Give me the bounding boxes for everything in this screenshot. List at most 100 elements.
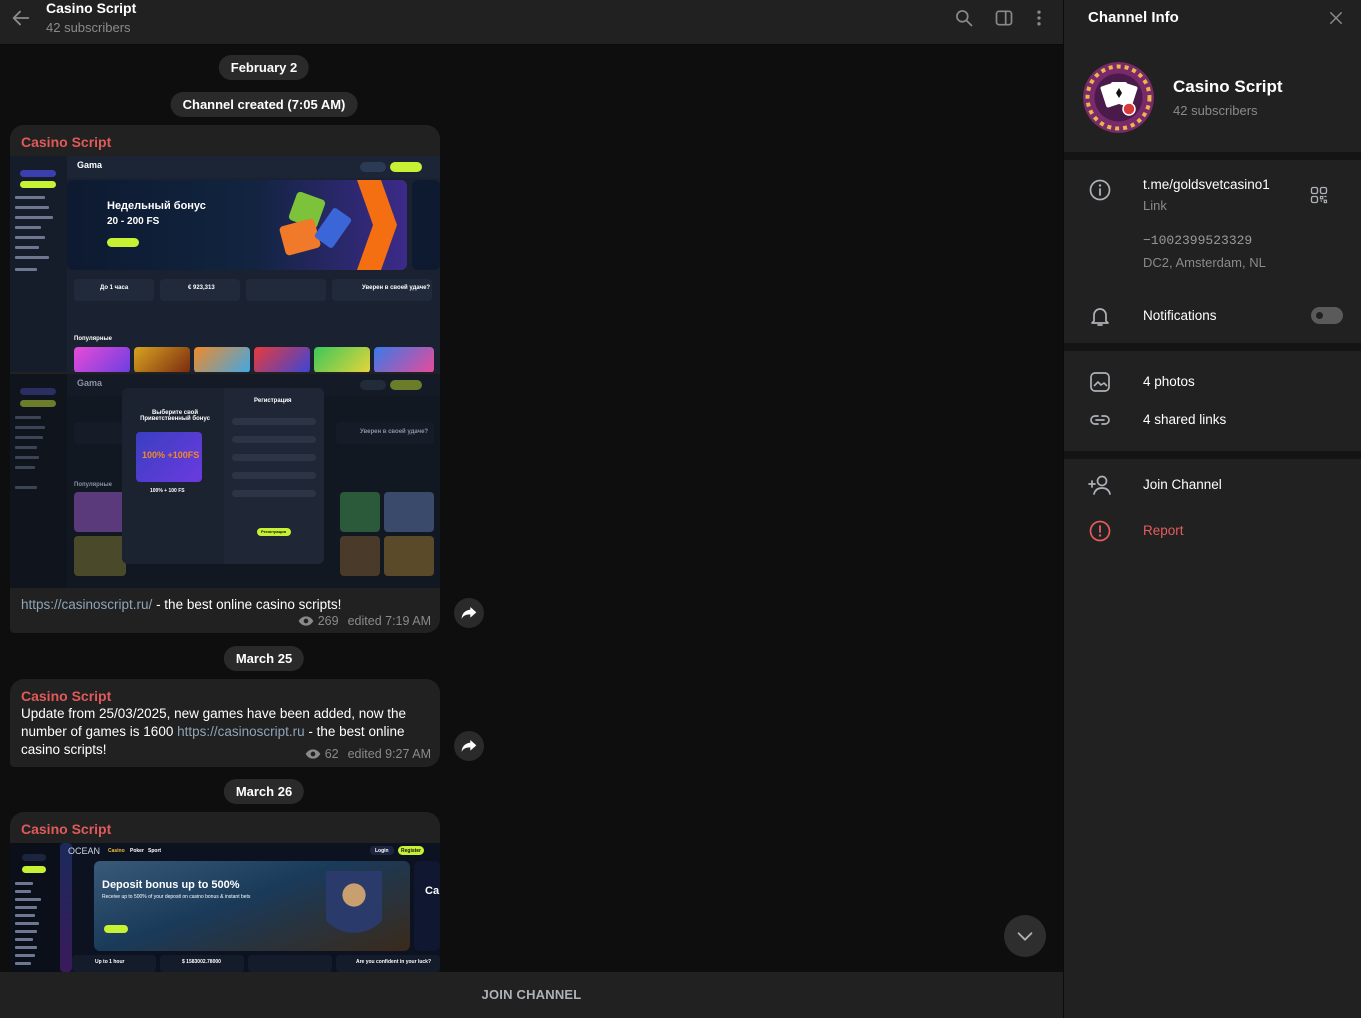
date-separator: March 25 — [223, 646, 305, 671]
chat-header: Casino Script 42 subscribers — [0, 0, 1063, 45]
channel-info-panel: Channel Info Casino Script 42 subscriber… — [1063, 0, 1361, 1018]
bell-icon — [1091, 308, 1109, 326]
info-title: Channel Info — [1088, 9, 1179, 26]
sidebar-toggle-icon[interactable] — [994, 8, 1014, 28]
message-bubble[interactable]: Casino Script Update from 25/03/2025, ne… — [10, 679, 440, 767]
photo-sidebar — [10, 843, 60, 972]
chat-subscribers: 42 subscribers — [46, 20, 131, 35]
modal-button: Регистрация — [261, 529, 287, 534]
message-link[interactable]: https://casinoscript.ru — [177, 724, 305, 739]
link-icon — [1090, 415, 1110, 425]
stat-text: Уверен в своей удаче? — [362, 285, 431, 291]
chat-pane: Casino Script 42 subscribers February 2 … — [0, 0, 1063, 1018]
photo-topnav: Gama — [67, 156, 440, 178]
notifications-toggle[interactable] — [1311, 307, 1343, 324]
add-user-icon — [1088, 475, 1111, 495]
photo-nav: Poker — [130, 848, 144, 854]
share-button[interactable] — [454, 731, 484, 761]
message-sender[interactable]: Casino Script — [21, 821, 111, 837]
share-button[interactable] — [454, 598, 484, 628]
photo-nav: Sport — [148, 848, 162, 854]
photo-banner: Deposit bonus up to 500% Receive up to 5… — [94, 861, 410, 951]
channel-link[interactable]: t.me/goldsvetcasino1 — [1143, 177, 1270, 192]
close-icon[interactable] — [1327, 9, 1345, 27]
join-channel-item[interactable]: Join Channel — [1143, 477, 1222, 492]
join-channel-button[interactable]: JOIN CHANNEL — [0, 972, 1063, 1018]
share-icon — [461, 607, 477, 619]
search-icon[interactable] — [954, 8, 974, 28]
service-message: Channel created (7:05 AM) — [170, 92, 358, 117]
message-photo[interactable]: OCEAN Casino Poker Sport Login Register … — [10, 843, 440, 972]
message-link[interactable]: https://casinoscript.ru/ — [21, 597, 152, 612]
modal-promo-sub: 100% + 100 FS — [150, 488, 185, 494]
more-vertical-icon[interactable] — [1029, 8, 1049, 28]
banner-title: Deposit bonus up to 500% — [102, 879, 240, 891]
channel-avatar[interactable] — [1083, 62, 1154, 133]
divider — [1064, 152, 1361, 160]
back-arrow-icon[interactable] — [10, 7, 32, 29]
report-item[interactable]: Report — [1143, 523, 1184, 538]
photos-count[interactable]: 4 photos — [1143, 374, 1195, 389]
message-photo[interactable]: Gama Уверен в своей удаче? Популярные Вы… — [10, 374, 440, 588]
channel-name: Casino Script — [1173, 77, 1283, 96]
channel-link-label: Link — [1143, 198, 1167, 213]
message-sender[interactable]: Casino Script — [21, 134, 111, 150]
stat-text: $ 1583002.78000 — [182, 959, 221, 965]
channel-id[interactable]: −1002399523329 — [1143, 233, 1252, 248]
stat-text: До 1 часа — [100, 285, 129, 291]
photo-nav: Casino — [108, 848, 125, 854]
views-count: 62 — [324, 747, 339, 761]
date-separator: February 2 — [218, 55, 310, 80]
photo-sidebar — [10, 156, 67, 372]
scroll-down-button[interactable] — [1004, 915, 1046, 957]
message-sender[interactable]: Casino Script — [21, 688, 111, 704]
channel-datacenter: DC2, Amsterdam, NL — [1143, 255, 1266, 270]
date-separator: March 26 — [223, 779, 305, 804]
qr-code-icon[interactable] — [1310, 186, 1328, 204]
share-icon — [461, 740, 477, 752]
photo-icon — [1090, 372, 1110, 392]
stat-text: Уверен в своей удаче? — [360, 429, 429, 435]
message-bubble[interactable]: Casino Script OCEAN Casino Poker Sport L… — [10, 812, 440, 972]
photo-register: Register — [401, 848, 422, 854]
registration-modal: Выберите свой Приветственный бонус 100% … — [122, 388, 324, 564]
chat-title[interactable]: Casino Script — [46, 0, 136, 16]
info-icon — [1089, 179, 1111, 201]
section-title: Популярные — [74, 482, 112, 488]
photo-login: Login — [375, 848, 389, 854]
channel-subscribers: 42 subscribers — [1173, 103, 1258, 118]
section-title: Популярные — [74, 336, 112, 342]
views-count: 269 — [317, 614, 339, 628]
stat-text: Are you confident in your luck? — [356, 959, 432, 965]
message-time: edited 9:27 AM — [347, 747, 431, 761]
stat-text: Up to 1 hour — [95, 959, 125, 965]
message-bubble[interactable]: Casino Script Gama Недельный бонус 20 - … — [10, 125, 440, 633]
notifications-label: Notifications — [1143, 308, 1217, 323]
photo-sidebar — [10, 374, 67, 588]
eye-icon — [305, 749, 321, 759]
eye-icon — [298, 616, 314, 626]
banner-title: Недельный бонус — [107, 200, 206, 212]
photo-banner: Недельный бонус 20 - 200 FS — [67, 180, 407, 270]
divider — [1064, 343, 1361, 351]
message-text: https://casinoscript.ru/ - the best onli… — [21, 597, 342, 612]
message-photo[interactable]: Gama Недельный бонус 20 - 200 FS До 1 ча… — [10, 156, 440, 372]
photo-logo: Gama — [77, 378, 103, 388]
modal-promo: 100% +100FS — [142, 450, 200, 460]
banner-subtitle: 20 - 200 FS — [107, 216, 160, 227]
photo-logo: Gama — [77, 160, 103, 170]
message-meta: 62 edited 9:27 AM — [305, 747, 431, 761]
modal-left-title: Выберите свой Приветственный бонус — [140, 410, 210, 422]
message-time: edited 7:19 AM — [347, 614, 431, 628]
chevron-down-icon — [1017, 932, 1033, 941]
photo-logo: OCEAN — [68, 846, 101, 856]
shared-links-count[interactable]: 4 shared links — [1143, 412, 1226, 427]
telegram-app: Casino Script 42 subscribers February 2 … — [0, 0, 1361, 1018]
report-icon — [1089, 520, 1111, 542]
banner-peek: Ca — [425, 885, 440, 897]
divider — [1064, 451, 1361, 459]
stat-text: € 923,313 — [188, 285, 215, 291]
modal-right-title: Регистрация — [254, 398, 292, 404]
message-meta: 269 edited 7:19 AM — [298, 614, 431, 628]
banner-subtitle: Receive up to 500% of your deposit on ca… — [102, 894, 251, 900]
